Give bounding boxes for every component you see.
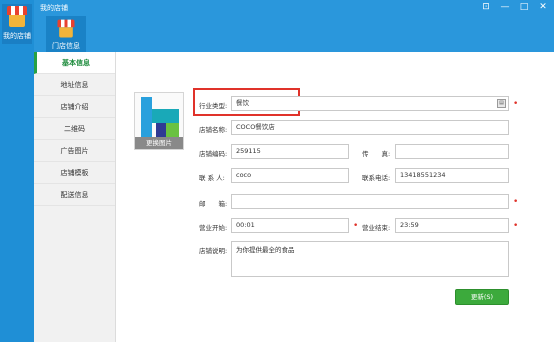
open-time-input[interactable]: 00:01 [231, 218, 349, 233]
store-code-label: 店铺编码: [199, 150, 228, 158]
app-title: 我的店铺 [40, 4, 68, 12]
change-image-button[interactable]: 更换图片 [135, 137, 183, 149]
tab-label: 门店信息 [52, 42, 80, 50]
industry-label: 行业类型: [199, 102, 228, 110]
left-nav: 基本信息 地址信息 店铺介绍 二维码 广告图片 店铺模板 配送信息 [34, 52, 116, 342]
nav-item-basic-info[interactable]: 基本信息 [34, 52, 115, 74]
phone-input[interactable]: 13418551234 [395, 168, 509, 183]
open-time-label: 营业开始: [199, 224, 228, 232]
top-bar: 我的店铺 ⊡ — □ ✕ 门店信息 [34, 0, 554, 52]
required-marker: • [513, 99, 519, 109]
required-marker: • [353, 221, 359, 231]
close-time-label: 营业结束: [362, 224, 391, 232]
window-controls: ⊡ — □ ✕ [481, 2, 548, 12]
close-icon[interactable]: ✕ [538, 2, 548, 12]
nav-item-delivery-info[interactable]: 配送信息 [34, 184, 115, 206]
store-name-input[interactable]: COCO餐饮店 [231, 120, 509, 135]
store-name-label: 店铺名称: [199, 126, 228, 134]
industry-select[interactable]: 餐饮 ▤ [231, 96, 509, 111]
store-code-input[interactable]: 259115 [231, 144, 349, 159]
nav-item-qr-code[interactable]: 二维码 [34, 118, 115, 140]
description-label: 店铺说明: [199, 247, 228, 255]
nav-item-store-template[interactable]: 店铺模板 [34, 162, 115, 184]
industry-value: 餐饮 [236, 99, 249, 107]
close-time-input[interactable]: 23:59 [395, 218, 509, 233]
store-icon [7, 6, 27, 28]
logo-image [141, 97, 179, 137]
minimize-icon[interactable]: — [500, 2, 510, 12]
nav-item-address-info[interactable]: 地址信息 [34, 74, 115, 96]
fax-label: 传 真: [362, 150, 391, 158]
contact-input[interactable]: coco [231, 168, 349, 183]
nav-item-ad-images[interactable]: 广告图片 [34, 140, 115, 162]
required-marker: • [513, 197, 519, 207]
phone-label: 联系电话: [362, 174, 391, 182]
nav-item-store-intro[interactable]: 店铺介绍 [34, 96, 115, 118]
rail-item-my-store[interactable]: 我的店铺 [2, 4, 32, 44]
main-panel: 更换图片 行业类型: 餐饮 ▤ • 店铺名称: COCO餐饮店 店铺编码: 25… [116, 52, 554, 342]
update-button[interactable]: 更新(S) [455, 289, 509, 305]
maximize-icon[interactable]: □ [519, 2, 529, 12]
tab-store-info[interactable]: 门店信息 [46, 16, 86, 52]
description-textarea[interactable]: 为你提供最全的食品 [231, 241, 509, 277]
store-info-icon [57, 19, 75, 39]
required-marker: • [513, 221, 519, 231]
left-rail: 我的店铺 [0, 0, 34, 342]
fax-input[interactable] [395, 144, 509, 159]
dropdown-icon[interactable]: ▤ [497, 99, 506, 108]
rail-item-label: 我的店铺 [3, 32, 31, 40]
skin-icon[interactable]: ⊡ [481, 2, 491, 12]
email-input[interactable] [231, 194, 509, 209]
store-logo[interactable]: 更换图片 [134, 92, 184, 150]
contact-label: 联 系 人: [199, 174, 225, 182]
email-label: 邮 箱: [199, 200, 228, 208]
